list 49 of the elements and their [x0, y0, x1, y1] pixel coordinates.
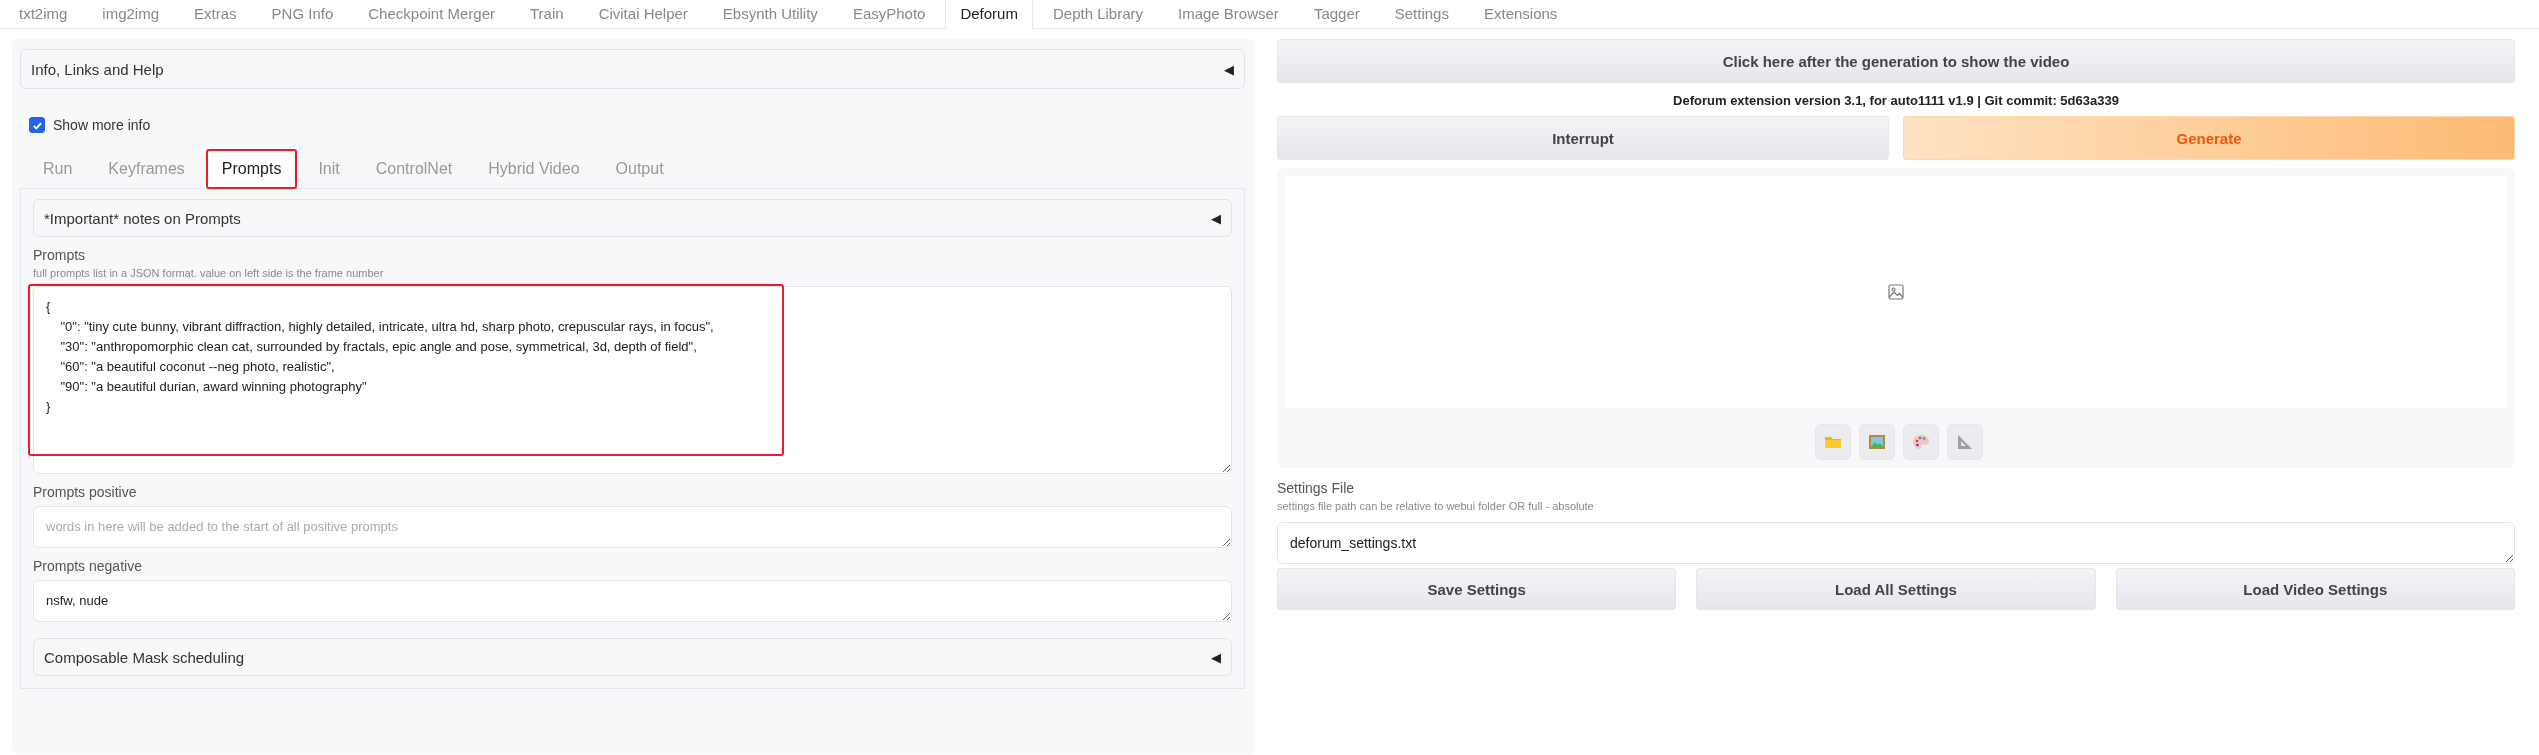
top-tab[interactable]: Extras — [179, 0, 252, 28]
prompts-positive-field[interactable]: words in here will be added to the start of all positive prompts — [33, 506, 1232, 548]
palette-icon[interactable] — [1903, 424, 1939, 460]
sub-tab[interactable]: Init — [303, 149, 355, 188]
top-tab[interactable]: Train — [515, 0, 579, 28]
top-tab[interactable]: EasyPhoto — [837, 0, 941, 28]
top-tab[interactable]: PNG Info — [256, 0, 349, 28]
top-tab[interactable]: Settings — [1379, 0, 1464, 28]
sub-tab[interactable]: Prompts — [205, 149, 298, 189]
checkbox[interactable] — [29, 117, 45, 133]
top-tab[interactable]: Image Browser — [1163, 0, 1294, 28]
top-tab[interactable]: img2img — [87, 0, 175, 28]
checkbox-label: Show more info — [53, 117, 151, 133]
settings-file-field[interactable]: deforum_settings.txt — [1277, 522, 2515, 564]
picture-icon[interactable] — [1859, 424, 1895, 460]
field-label: Settings File — [1277, 480, 1356, 496]
set-square-icon[interactable] — [1947, 424, 1983, 460]
field-label: Prompts negative — [33, 558, 143, 574]
settings-button[interactable]: Load All Settings — [1696, 568, 2096, 610]
top-tab[interactable]: Checkpoint Merger — [353, 0, 510, 28]
run-button[interactable]: Interrupt — [1277, 116, 1889, 160]
top-tab[interactable]: txt2img — [4, 0, 83, 28]
mask-accordion[interactable]: Composable Mask scheduling ◀ — [33, 638, 1232, 676]
top-tab[interactable]: Deforum — [945, 0, 1033, 29]
folder-icon[interactable] — [1815, 424, 1851, 460]
top-tab[interactable]: Civitai Helper — [583, 0, 703, 28]
sub-tab[interactable]: Hybrid Video — [473, 149, 595, 188]
info-accordion[interactable]: Info, Links and Help ◀ — [20, 49, 1245, 89]
notes-accordion[interactable]: *Important* notes on Prompts ◀ — [33, 199, 1232, 237]
top-tab[interactable]: Ebsynth Utility — [707, 0, 833, 28]
field-hint: settings file path can be relative to webui folder OR full - absolute — [1277, 500, 1595, 512]
field-label: Prompts — [33, 247, 87, 263]
top-tab[interactable]: Extensions — [1468, 0, 1573, 28]
field-hint: full prompts list in a JSON format. value on left side is the frame number — [33, 267, 385, 279]
top-tab[interactable]: Depth Library — [1037, 0, 1158, 28]
version-text: Deforum extension version 3.1, for auto1111 v1.9 | Git commit: 5d63a339 — [1672, 93, 2120, 108]
show-video-button[interactable]: Click here after the generation to show the video — [1277, 39, 2515, 83]
prompts-field[interactable]: { "0": "tiny cute bunny, vibrant diffraction, highly detailed, intricate, ultra hd, sharp photo, crepuscular rays, in focus", "30": "anthropomorphic clean cat, surrounded by fractals, epic angle and pose, symmetrical, 3d, depth of field", "60": "a beautiful coconut --neg photo, realistic", "90": "a beautiful durian, award winning photography" } — [33, 286, 1232, 474]
sub-tab[interactable]: Output — [600, 149, 679, 188]
sub-tab[interactable]: ControlNet — [360, 149, 468, 188]
top-tab[interactable]: Tagger — [1298, 0, 1375, 28]
prompts-negative-field[interactable]: nsfw, nude — [33, 580, 1232, 622]
sub-tab[interactable]: Run — [28, 149, 88, 188]
field-label: Prompts positive — [33, 484, 138, 500]
settings-button[interactable]: Save Settings — [1277, 568, 1677, 610]
settings-button[interactable]: Load Video Settings — [2115, 568, 2515, 610]
sub-tab[interactable]: Keyframes — [93, 149, 200, 188]
run-button[interactable]: Generate — [1903, 116, 2515, 160]
image-icon — [1887, 283, 1905, 301]
